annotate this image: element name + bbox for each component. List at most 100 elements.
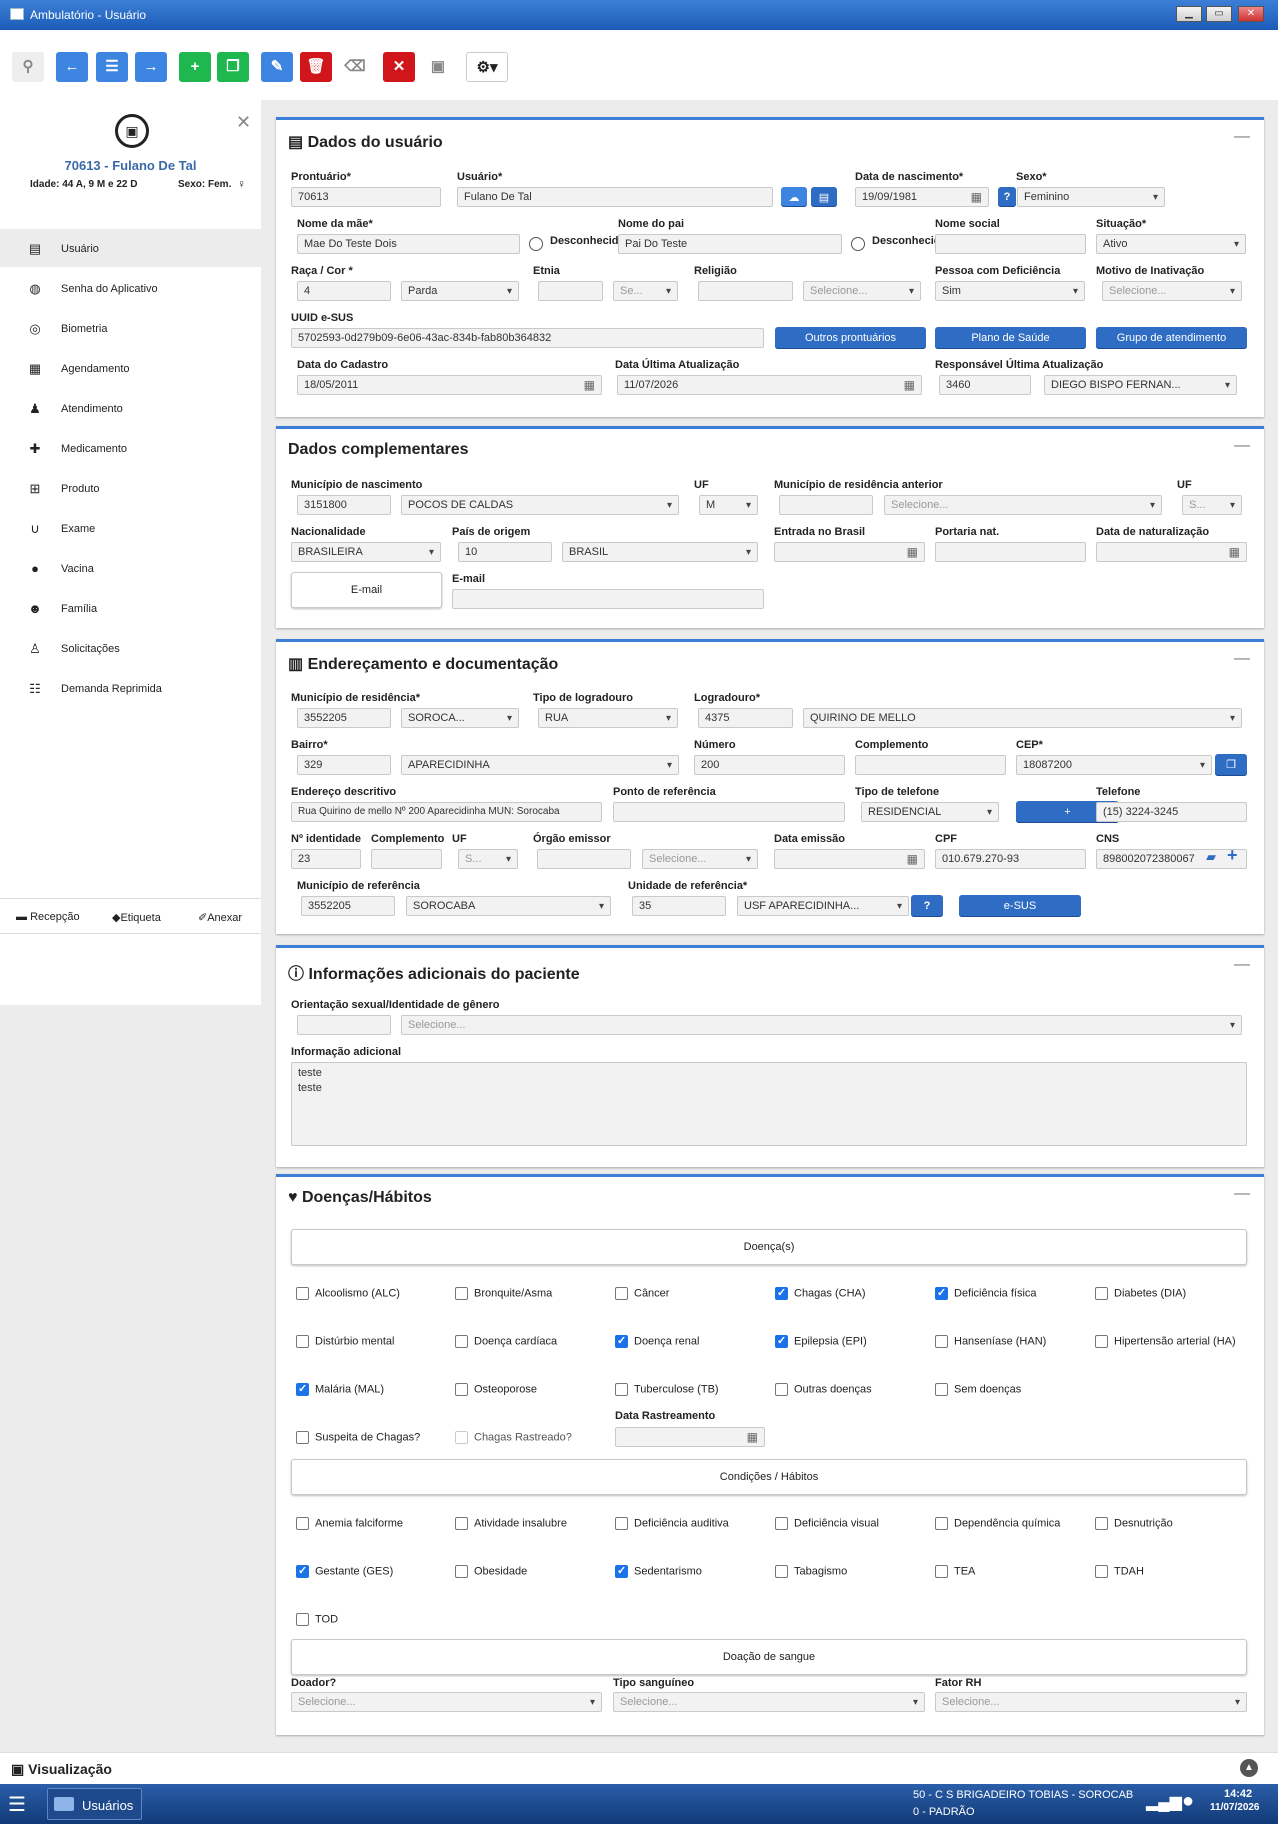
disease-checkbox[interactable]: Chagas (CHA) [775,1286,866,1300]
info-adicional-textarea[interactable]: teste teste [291,1062,1247,1146]
sexo-select[interactable]: Feminino [1017,187,1165,207]
disease-checkbox[interactable]: Diabetes (DIA) [1095,1287,1186,1300]
mun-ant-select[interactable]: Selecione... [884,495,1162,515]
habit-checkbox[interactable]: Sedentarismo [615,1564,702,1578]
prontuario-input[interactable]: 70613 [291,187,441,207]
habit-checkbox[interactable]: Desnutrição [1095,1517,1173,1530]
bairro-code-input[interactable]: 329 [297,755,391,775]
etnia-select[interactable]: Se... [613,281,678,301]
pais-code-input[interactable]: 10 [458,542,552,562]
pai-input[interactable]: Pai Do Teste [618,234,842,254]
menu-icon[interactable]: ☰ [8,1792,26,1817]
sidebar-item-atendimento[interactable]: ♟ Atendimento [0,389,261,427]
chevron-up-icon[interactable]: ▲ [1240,1759,1258,1777]
religiao-input[interactable] [698,281,793,301]
habit-checkbox[interactable]: Obesidade [455,1565,527,1578]
reception-button[interactable]: ▬ Recepção [16,911,80,923]
habit-checkbox[interactable]: Deficiência auditiva [615,1517,729,1530]
habit-checkbox[interactable]: TDAH [1095,1565,1144,1578]
sidebar-item-familia[interactable]: ☻ Família [0,589,261,627]
previous-icon[interactable]: ← [56,52,88,82]
delete-icon[interactable]: 🗑 [300,52,332,82]
close-window-button[interactable]: ✕ [1238,6,1264,22]
sidebar-item-solicitacoes[interactable]: ♙ Solicitações [0,629,261,667]
log-code-input[interactable]: 4375 [698,708,793,728]
telefone-input[interactable]: (15) 3224-3245 [1096,802,1247,822]
next-icon[interactable]: → [135,52,167,82]
disease-checkbox[interactable]: Deficiência física [935,1286,1037,1300]
maximize-button[interactable]: ▭ [1206,6,1232,22]
disease-checkbox[interactable]: Outras doenças [775,1383,872,1396]
mun-nasc-code-input[interactable]: 3151800 [297,495,391,515]
chagas-rastreado-checkbox[interactable]: Chagas Rastreado? [455,1431,572,1444]
nacionalidade-select[interactable]: BRASILEIRA [291,542,441,562]
mun-ref-select[interactable]: SOROCABA [406,896,611,916]
raca-select[interactable]: Parda [401,281,519,301]
disease-checkbox[interactable]: Doença cardíaca [455,1335,557,1348]
log-select[interactable]: QUIRINO DE MELLO [803,708,1242,728]
rg-uf-select[interactable]: S... [458,849,518,869]
taskbar-app-button[interactable]: Usuários [47,1788,142,1820]
disease-checkbox[interactable]: Sem doenças [935,1383,1021,1396]
orgao-input[interactable] [537,849,631,869]
mun-res-code-input[interactable]: 3552205 [297,708,391,728]
collapse-icon[interactable]: — [1234,437,1250,455]
entrada-input[interactable] [774,542,925,562]
disease-checkbox[interactable]: Doença renal [615,1334,699,1348]
doador-select[interactable]: Selecione... [291,1692,602,1712]
outros-prontuarios-button[interactable]: Outros prontuários [775,327,926,349]
pais-select[interactable]: BRASIL [562,542,758,562]
situacao-select[interactable]: Ativo [1096,234,1246,254]
add-icon[interactable]: + [179,52,211,82]
habit-checkbox[interactable]: TOD [296,1613,338,1626]
usuario-input[interactable]: Fulano De Tal [457,187,773,207]
rg-complemento-input[interactable] [371,849,442,869]
fator-rh-select[interactable]: Selecione... [935,1692,1247,1712]
portaria-input[interactable] [935,542,1086,562]
habit-checkbox[interactable]: Tabagismo [775,1565,847,1578]
habit-checkbox[interactable]: Deficiência visual [775,1517,879,1530]
emissao-input[interactable] [774,849,925,869]
close-icon[interactable]: ✕ [236,112,251,133]
identidade-input[interactable]: 23 [291,849,361,869]
disease-checkbox[interactable]: Malária (MAL) [296,1382,384,1396]
email-input[interactable] [452,589,764,609]
sidebar-item-produto[interactable]: ⊞ Produto [0,469,261,507]
sidebar-item-medicamento[interactable]: ✚ Medicamento [0,429,261,467]
tipo-sanguineo-select[interactable]: Selecione... [613,1692,925,1712]
sidebar-item-biometria[interactable]: ◎ Biometria [0,309,261,347]
sidebar-item-agendamento[interactable]: ▦ Agendamento [0,349,261,387]
resp-select[interactable]: DIEGO BISPO FERNAN... [1044,375,1237,395]
disease-checkbox[interactable]: Alcoolismo (ALC) [296,1287,400,1300]
pai-desconhecido-radio[interactable] [851,237,865,251]
nascimento-input[interactable]: 19/09/1981 [855,187,989,207]
collapse-icon[interactable]: — [1234,650,1250,668]
ponto-referencia-input[interactable] [613,802,845,822]
plano-saude-button[interactable]: Plano de Saúde [935,327,1086,349]
disease-checkbox[interactable]: Hipertensão arterial (HA) [1095,1335,1236,1348]
mae-desconhecido-radio[interactable] [529,237,543,251]
minimize-button[interactable]: ▁ [1176,6,1202,22]
sidebar-item-senha[interactable]: ◍ Senha do Aplicativo [0,269,261,307]
sidebar-item-demanda[interactable]: ☷ Demanda Reprimida [0,669,261,707]
suspeita-chagas-checkbox[interactable]: Suspeita de Chagas? [296,1431,420,1444]
copy-icon[interactable]: ❐ [217,52,249,82]
eraser-icon[interactable]: ⌫ [339,52,371,82]
orgao-select[interactable]: Selecione... [642,849,758,869]
mun-ref-code-input[interactable]: 3552205 [301,896,395,916]
grupo-atendimento-button[interactable]: Grupo de atendimento [1096,327,1247,349]
mun-nasc-select[interactable]: POCOS DE CALDAS [401,495,679,515]
bairro-select[interactable]: APARECIDINHA [401,755,679,775]
habit-checkbox[interactable]: Atividade insalubre [455,1517,567,1530]
disease-checkbox[interactable]: Osteoporose [455,1383,537,1396]
tipo-telefone-select[interactable]: RESIDENCIAL [861,802,999,822]
unid-ref-select[interactable]: USF APARECIDINHA... [737,896,909,916]
orientacao-select[interactable]: Selecione... [401,1015,1242,1035]
attach-button[interactable]: ✐Anexar [198,911,242,924]
list-icon[interactable]: ☰ [96,52,128,82]
disease-checkbox[interactable]: Bronquite/Asma [455,1287,552,1300]
collapse-icon[interactable]: — [1234,128,1250,146]
edit-icon[interactable]: ✎ [261,52,293,82]
nome-social-input[interactable] [935,234,1086,254]
numero-input[interactable]: 200 [694,755,845,775]
